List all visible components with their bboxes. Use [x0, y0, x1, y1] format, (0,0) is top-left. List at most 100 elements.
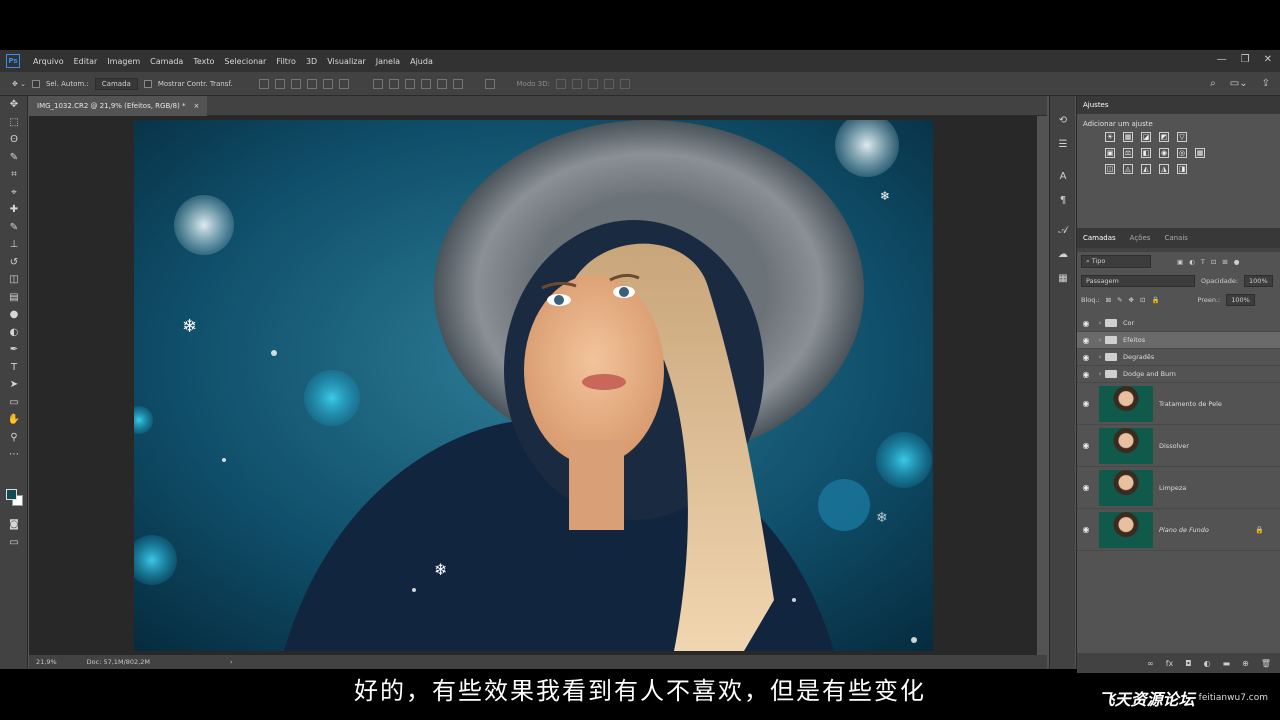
history-panel-icon[interactable]: ⟲ — [1050, 108, 1076, 132]
quick-mask-icon[interactable]: ◙ — [0, 516, 28, 534]
slide-3d-icon[interactable] — [604, 78, 614, 89]
scale-3d-icon[interactable] — [620, 78, 630, 89]
blend-mode-dropdown[interactable]: Passagem — [1081, 274, 1195, 287]
delete-layer-icon[interactable]: 🗑 — [1261, 659, 1271, 668]
menu-filtro[interactable]: Filtro — [271, 57, 301, 66]
filter-smart-icon[interactable]: ⊞ — [1222, 258, 1227, 266]
auto-align-icon[interactable] — [484, 78, 495, 89]
libraries-panel-icon[interactable]: ☁ — [1050, 242, 1076, 266]
align-left-icon[interactable] — [306, 78, 317, 89]
roll-3d-icon[interactable] — [572, 78, 582, 89]
layer-group[interactable]: ◉ › Degradês — [1077, 349, 1280, 366]
selective-color-icon[interactable]: ◮ — [1159, 164, 1169, 174]
channel-mixer-icon[interactable]: ◎ — [1177, 148, 1187, 158]
dodge-icon[interactable]: ◐ — [0, 324, 28, 342]
move-icon[interactable]: ✥ — [0, 96, 28, 114]
orbit-3d-icon[interactable] — [556, 78, 566, 89]
vibrance-icon[interactable]: ▽ — [1177, 132, 1187, 142]
drag-3d-icon[interactable] — [588, 78, 598, 89]
expand-chevron-icon[interactable]: › — [1095, 353, 1105, 361]
menu-camada[interactable]: Camada — [145, 57, 188, 66]
menu-visualizar[interactable]: Visualizar — [322, 57, 371, 66]
show-transform-checkbox[interactable] — [143, 79, 152, 88]
distribute-top-icon[interactable] — [372, 78, 383, 89]
add-mask-icon[interactable]: ◘ — [1185, 659, 1191, 668]
menu-janela[interactable]: Janela — [371, 57, 405, 66]
layer-row[interactable]: ◉ Limpeza — [1077, 467, 1280, 509]
visibility-eye-icon[interactable]: ◉ — [1077, 353, 1095, 362]
brush-icon[interactable]: ✎ — [0, 219, 28, 237]
path-select-icon[interactable]: ➤ — [0, 376, 28, 394]
align-vcenter-icon[interactable] — [274, 78, 285, 89]
invert-icon[interactable]: ◫ — [1105, 164, 1115, 174]
type-icon[interactable]: T — [0, 359, 28, 377]
close-window-button[interactable]: ✕ — [1264, 54, 1272, 65]
blur-icon[interactable]: ● — [0, 306, 28, 324]
distribute-right-icon[interactable] — [452, 78, 463, 89]
hand-icon[interactable]: ✋ — [0, 411, 28, 429]
move-tool-preset-icon[interactable]: ✥ ⌄ — [12, 80, 26, 88]
layer-group[interactable]: ◉ › Dodge and Burn — [1077, 366, 1280, 383]
pen-icon[interactable]: ✒ — [0, 341, 28, 359]
zoom-level[interactable]: 21,9% — [36, 658, 57, 666]
visibility-eye-icon[interactable]: ◉ — [1077, 483, 1095, 492]
close-tab-icon[interactable]: × — [194, 102, 200, 110]
align-bottom-icon[interactable] — [290, 78, 301, 89]
menu-imagem[interactable]: Imagem — [102, 57, 145, 66]
lock-artboard-icon[interactable]: ⊡ — [1140, 296, 1145, 304]
align-right-icon[interactable] — [338, 78, 349, 89]
black-white-icon[interactable]: ◧ — [1141, 148, 1151, 158]
search-icon[interactable]: ⌕ — [1210, 78, 1216, 89]
lock-image-icon[interactable]: ✎ — [1117, 296, 1122, 304]
lasso-icon[interactable]: ʘ — [0, 131, 28, 149]
filter-toggle-icon[interactable]: ● — [1234, 258, 1240, 266]
layer-filter-dropdown[interactable]: ⌕ Tipo — [1081, 255, 1151, 268]
gradient-icon[interactable]: ▤ — [0, 289, 28, 307]
photo-canvas[interactable]: ❄ ❄ ❄ ❄ — [134, 120, 933, 651]
foreground-color-swatch[interactable] — [6, 489, 17, 500]
patterns-panel-icon[interactable]: ▦ — [1050, 266, 1076, 290]
screen-mode-icon[interactable]: ▭ — [0, 534, 28, 552]
visibility-eye-icon[interactable]: ◉ — [1077, 370, 1095, 379]
new-layer-icon[interactable]: ⊕ — [1242, 659, 1249, 668]
menu-ajuda[interactable]: Ajuda — [405, 57, 438, 66]
quick-select-icon[interactable]: ✎ — [0, 149, 28, 167]
expand-chevron-icon[interactable]: › — [1095, 370, 1105, 378]
clone-stamp-icon[interactable]: ⊥ — [0, 236, 28, 254]
expand-chevron-icon[interactable]: › — [1095, 336, 1105, 344]
paragraph-panel-icon[interactable]: ¶ — [1050, 188, 1076, 212]
new-group-icon[interactable]: ▬ — [1223, 659, 1231, 668]
opacity-input[interactable]: 100% — [1244, 274, 1273, 287]
shape-icon[interactable]: ▭ — [0, 394, 28, 412]
layer-group[interactable]: ◉ › Cor — [1077, 315, 1280, 332]
menu-3d[interactable]: 3D — [301, 57, 322, 66]
status-menu-arrow[interactable]: › — [230, 658, 233, 666]
menu-selecionar[interactable]: Selecionar — [219, 57, 271, 66]
workspace-icon[interactable]: ▭⌄ — [1230, 78, 1248, 89]
gradient-map-icon[interactable]: ◨ — [1177, 164, 1187, 174]
canvas-area[interactable]: ❄ ❄ ❄ ❄ — [29, 116, 1037, 655]
distribute-vcenter-icon[interactable] — [388, 78, 399, 89]
link-layers-icon[interactable]: ∞ — [1147, 659, 1154, 668]
tab-camadas[interactable]: Camadas — [1083, 234, 1116, 242]
marquee-icon[interactable]: ⬚ — [0, 114, 28, 132]
filter-pixel-icon[interactable]: ▣ — [1177, 258, 1183, 266]
align-top-icon[interactable] — [258, 78, 269, 89]
visibility-eye-icon[interactable]: ◉ — [1077, 525, 1095, 534]
filter-type-icon[interactable]: T — [1201, 258, 1205, 266]
color-lookup-icon[interactable]: ▦ — [1195, 148, 1205, 158]
visibility-eye-icon[interactable]: ◉ — [1077, 319, 1095, 328]
healing-brush-icon[interactable]: ✚ — [0, 201, 28, 219]
distribute-left-icon[interactable] — [420, 78, 431, 89]
menu-editar[interactable]: Editar — [69, 57, 103, 66]
color-balance-icon[interactable]: ⚖ — [1123, 148, 1133, 158]
share-icon[interactable]: ⇪ — [1262, 78, 1270, 89]
maximize-button[interactable]: ❐ — [1241, 54, 1250, 65]
tab-canais[interactable]: Canais — [1164, 234, 1188, 242]
layer-row-background[interactable]: ◉ Plano de Fundo 🔒 — [1077, 509, 1280, 551]
menu-arquivo[interactable]: Arquivo — [28, 57, 69, 66]
lock-transparent-icon[interactable]: ⊠ — [1106, 296, 1111, 304]
character-panel-icon[interactable]: A — [1050, 164, 1076, 188]
glyphs-panel-icon[interactable]: 𝒜 — [1050, 218, 1076, 242]
distribute-bottom-icon[interactable] — [404, 78, 415, 89]
